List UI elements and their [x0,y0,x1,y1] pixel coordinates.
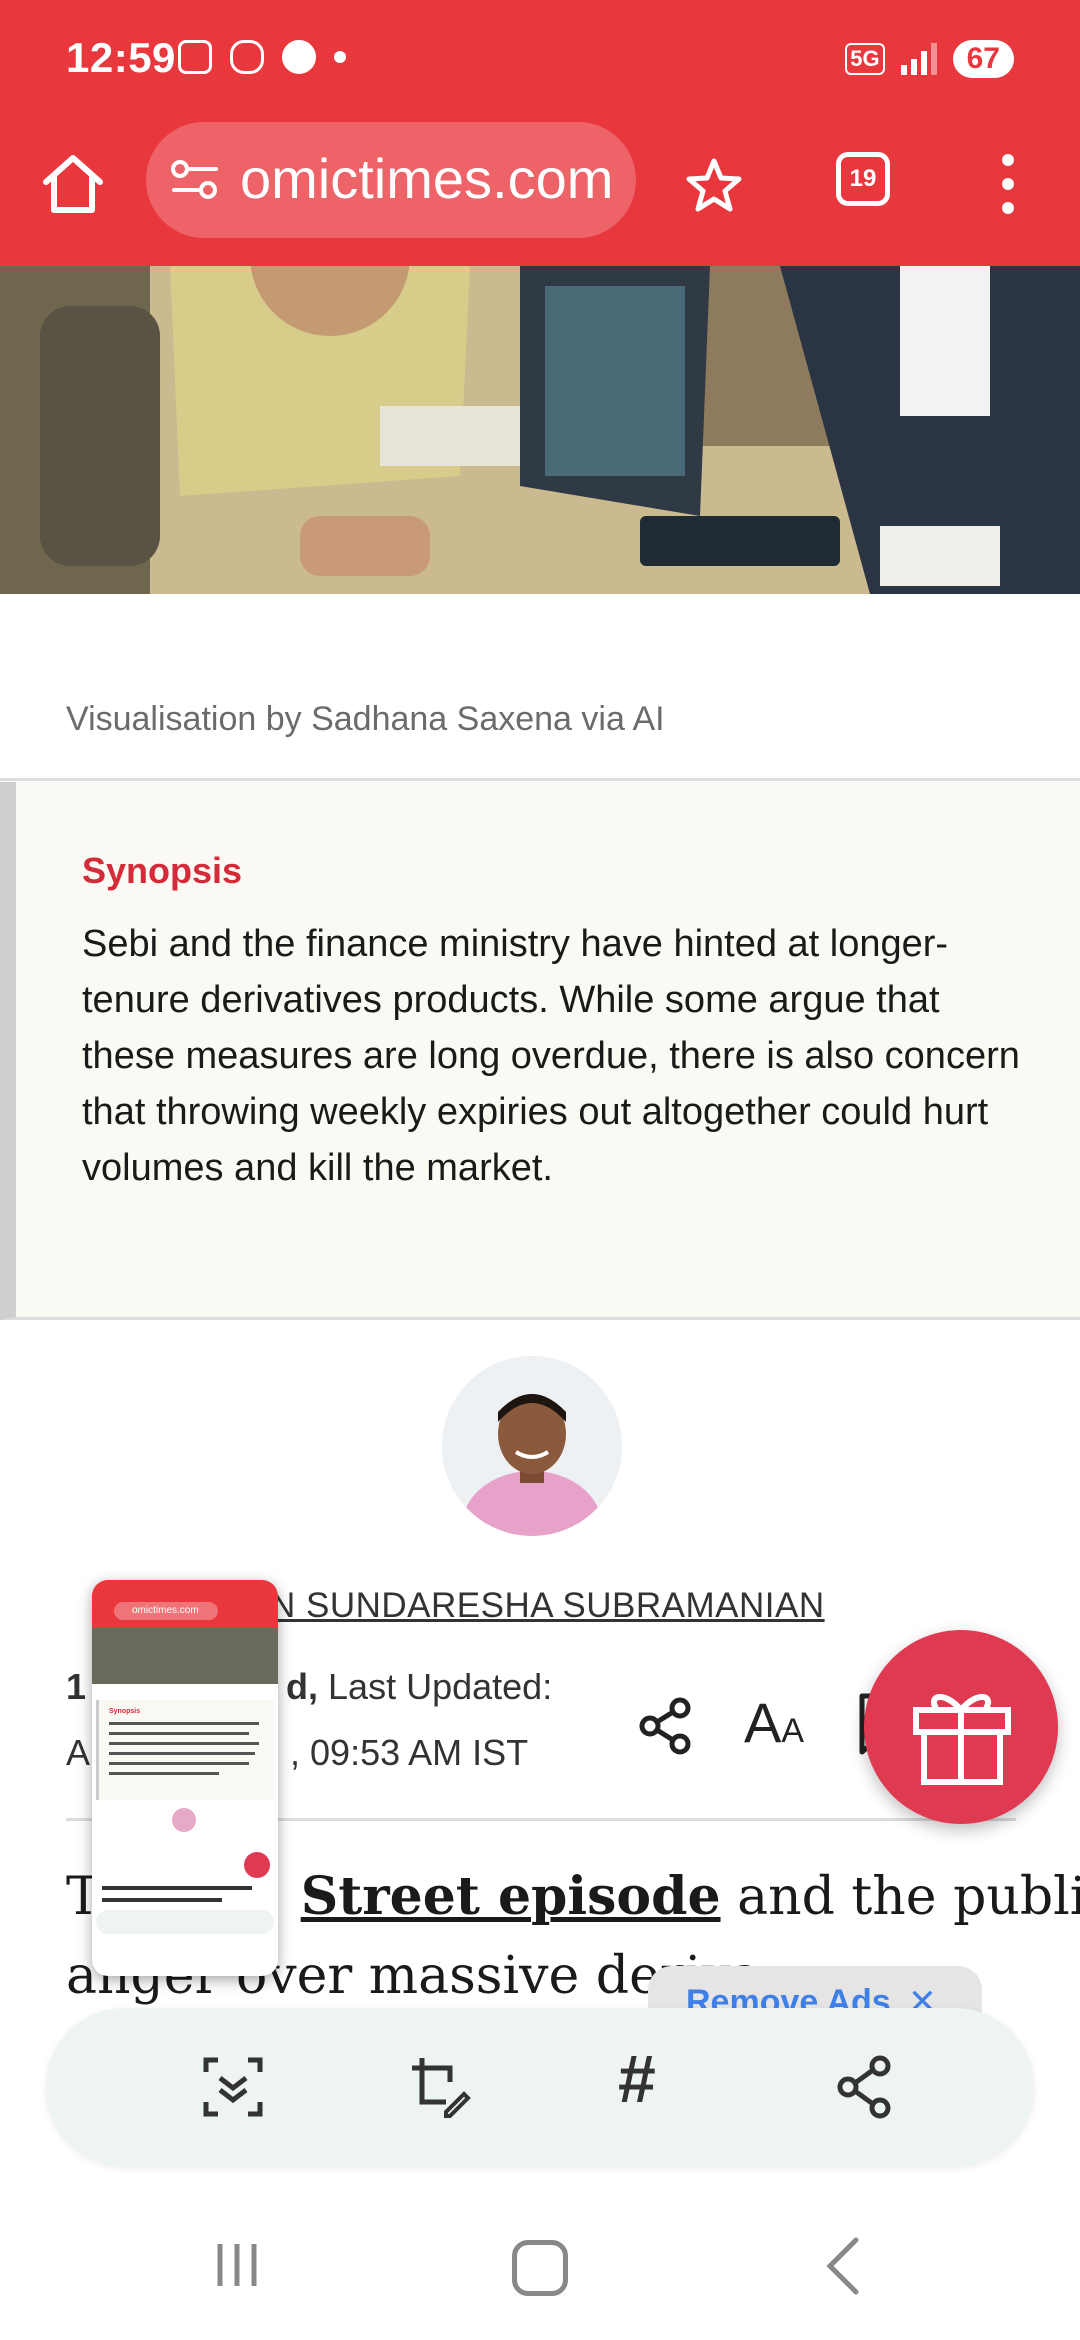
more-notifications-dot-icon [334,51,346,63]
last-updated-label: Last Updated: [318,1666,553,1707]
scroll-capture-icon[interactable] [198,2052,268,2122]
thumbnail-url: omictimes.com [114,1602,218,1620]
star-icon[interactable] [684,156,744,216]
thumbnail-avatar [172,1808,196,1832]
synopsis-title: Synopsis [82,850,243,891]
street-episode-link[interactable]: Street episode [301,1866,721,1927]
tab-switcher-button[interactable]: 19 [836,152,890,206]
network-type-icon: 5G [845,43,885,75]
address-bar[interactable]: omictimes.com [146,122,636,238]
gift-article-button[interactable] [864,1630,1058,1824]
gift-icon [913,1694,1011,1785]
app-notification-icon [282,40,316,74]
url-text: omictimes.com [240,147,614,210]
thumbnail-synopsis: Synopsis [96,1700,274,1800]
nav-home-icon[interactable] [512,2240,568,2296]
home-icon[interactable] [38,148,108,218]
divider [0,778,1080,781]
thumbnail-hero [92,1628,278,1684]
updated-date-prefix: A [66,1732,91,1773]
screenshot-toolbar: # [46,2008,1034,2166]
screenshot-thumbnail[interactable]: omictimes.com Synopsis [92,1580,278,1976]
status-time: 12:59 [66,34,176,81]
author-name-link[interactable]: N SUNDARESHA SUBRAMANIAN [270,1586,825,1626]
back-icon[interactable] [822,2236,862,2296]
font-size-small-glyph: A [781,1712,805,1750]
share-icon[interactable] [830,2052,900,2122]
hashtag-icon[interactable]: # [618,2040,656,2118]
article-body-end: and the public [720,1867,1080,1927]
screenshot-notification-icon [178,40,212,74]
author-avatar[interactable] [442,1356,622,1536]
tune-icon[interactable] [170,160,220,200]
image-caption: Visualisation by Sadhana Saxena via AI [66,700,665,738]
battery-icon: 67 [952,40,1014,78]
voicemail-icon [230,40,264,74]
article-hero-image [0,266,1080,594]
status-system-icons: 5G 67 [845,40,1014,78]
updated-time: , 09:53 AM IST [290,1732,529,1773]
published-date-bold: d, [286,1666,319,1707]
synopsis-box: Synopsis Sebi and the finance ministry h… [0,782,1080,1320]
published-date-prefix: 1 [66,1666,87,1707]
system-nav-bar [0,2192,1080,2340]
font-size-big-glyph: A [744,1691,782,1754]
share-icon[interactable] [636,1696,696,1756]
recents-icon[interactable] [212,2240,262,2290]
thumbnail-toolbar [96,1910,274,1934]
more-vert-icon[interactable] [996,154,1020,214]
synopsis-text: Sebi and the finance ministry have hinte… [82,923,1020,1189]
crop-edit-icon[interactable] [406,2052,476,2122]
status-notification-icons [178,40,346,74]
thumbnail-gift [244,1852,270,1878]
thumbnail-synopsis-title: Synopsis [109,1708,141,1715]
status-bar: 12:59 5G 67 [0,0,1080,122]
signal-icon [900,43,937,75]
font-size-icon[interactable]: AA [744,1690,804,1755]
browser-toolbar: omictimes.com 19 [0,122,1080,266]
